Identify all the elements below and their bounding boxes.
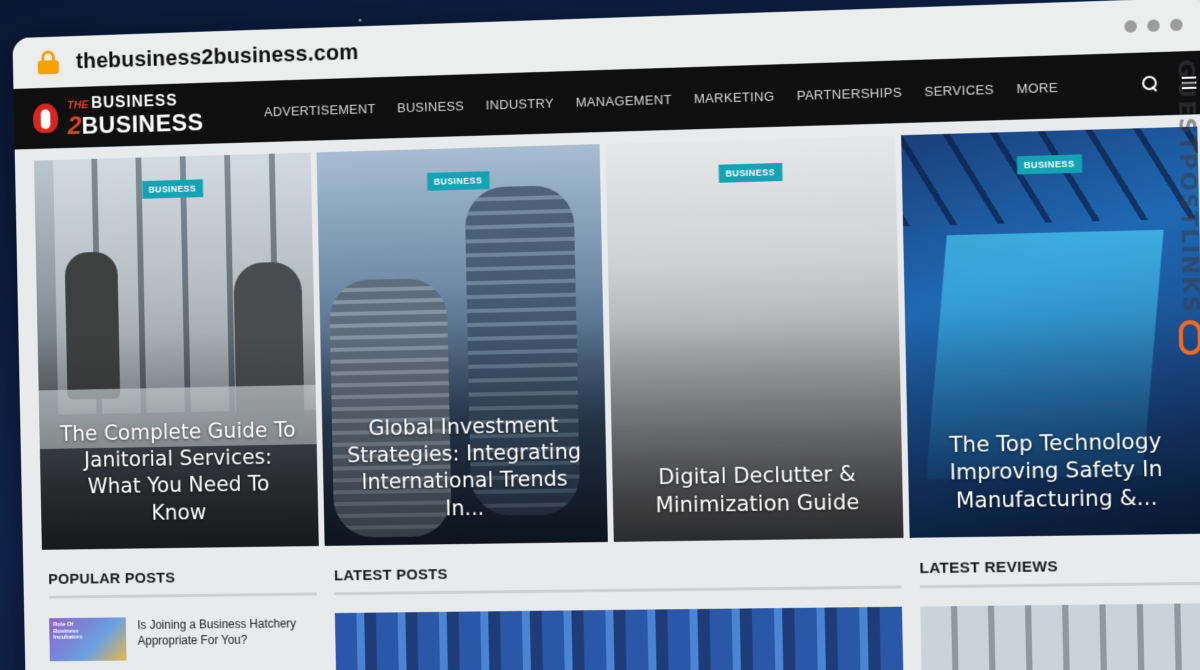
post-thumbnail[interactable] xyxy=(920,603,1200,670)
featured-card[interactable]: BUSINESS Digital Declutter & Minimizatio… xyxy=(605,135,904,542)
list-item[interactable]: Role Of Business Incubators Is Joining a… xyxy=(49,615,318,662)
featured-title[interactable]: Global Investment Strategies: Integratin… xyxy=(340,411,590,524)
watermark: GUESTPOSTLINKS xyxy=(1167,59,1200,367)
url-text[interactable]: thebusiness2business.com xyxy=(76,39,359,74)
logo-two: 2 xyxy=(67,109,82,140)
site-logo[interactable]: THE BUSINESS 2 BUSINESS xyxy=(27,91,251,140)
featured-title[interactable]: Digital Declutter & Minimization Guide xyxy=(630,461,884,520)
search-icon[interactable] xyxy=(1142,76,1159,93)
watermark-text: GUESTPOSTLINKS xyxy=(1171,59,1200,315)
logo-flame-icon xyxy=(27,99,64,137)
browser-window: thebusiness2business.com THE BUSINESS 2 … xyxy=(12,0,1200,670)
featured-title[interactable]: The Complete Guide To Janitorial Service… xyxy=(56,417,300,528)
section-heading: POPULAR POSTS xyxy=(48,567,317,599)
section-heading: LATEST POSTS xyxy=(333,560,902,596)
post-thumbnail[interactable] xyxy=(334,606,904,670)
content-sections: POPULAR POSTS Role Of Business Incubator… xyxy=(23,534,1200,670)
menu-item-industry[interactable]: INDUSTRY xyxy=(486,95,554,112)
featured-card[interactable]: BUSINESS The Top Technology Improving Sa… xyxy=(901,126,1200,538)
lock-icon xyxy=(37,50,59,75)
link-icon xyxy=(1178,319,1200,356)
logo-line2: BUSINESS xyxy=(81,108,204,140)
menu-item-business[interactable]: BUSINESS xyxy=(397,98,464,115)
window-dot-icon[interactable] xyxy=(1124,20,1137,33)
featured-card[interactable]: BUSINESS The Complete Guide To Janitoria… xyxy=(33,152,319,550)
category-badge[interactable]: BUSINESS xyxy=(718,162,783,183)
featured-title[interactable]: The Top Technology Improving Safety In M… xyxy=(926,428,1187,516)
logo-line1: BUSINESS xyxy=(90,92,178,112)
window-controls xyxy=(1124,18,1183,33)
category-badge[interactable]: BUSINESS xyxy=(141,179,203,199)
section-heading: LATEST REVIEWS xyxy=(919,556,1200,589)
category-badge[interactable]: BUSINESS xyxy=(1016,154,1082,175)
menu-item-marketing[interactable]: MARKETING xyxy=(694,88,775,106)
window-dot-icon[interactable] xyxy=(1170,18,1183,32)
category-badge[interactable]: BUSINESS xyxy=(426,171,490,191)
post-thumbnail[interactable]: Role Of Business Incubators xyxy=(49,617,127,662)
popular-posts-section: POPULAR POSTS Role Of Business Incubator… xyxy=(48,567,319,670)
post-title[interactable]: Is Joining a Business Hatchery Appropria… xyxy=(137,615,318,660)
window-dot-icon[interactable] xyxy=(1147,19,1160,33)
menu-item-partnerships[interactable]: PARTNERSHIPS xyxy=(797,84,903,102)
menu-item-services[interactable]: SERVICES xyxy=(924,81,994,98)
main-menu: ADVERTISEMENT BUSINESS INDUSTRY MANAGEME… xyxy=(264,79,1058,119)
menu-item-advertisement[interactable]: ADVERTISEMENT xyxy=(264,101,376,119)
menu-item-more[interactable]: MORE xyxy=(1016,79,1058,96)
latest-posts-section: LATEST POSTS xyxy=(333,560,904,670)
thumbnail-caption: Role Of Business Incubators xyxy=(52,621,83,641)
menu-item-management[interactable]: MANAGEMENT xyxy=(576,91,672,109)
latest-reviews-section: LATEST REVIEWS xyxy=(919,556,1200,670)
featured-card[interactable]: BUSINESS Global Investment Strategies: I… xyxy=(316,144,608,546)
featured-grid: BUSINESS The Complete Guide To Janitoria… xyxy=(15,114,1200,550)
